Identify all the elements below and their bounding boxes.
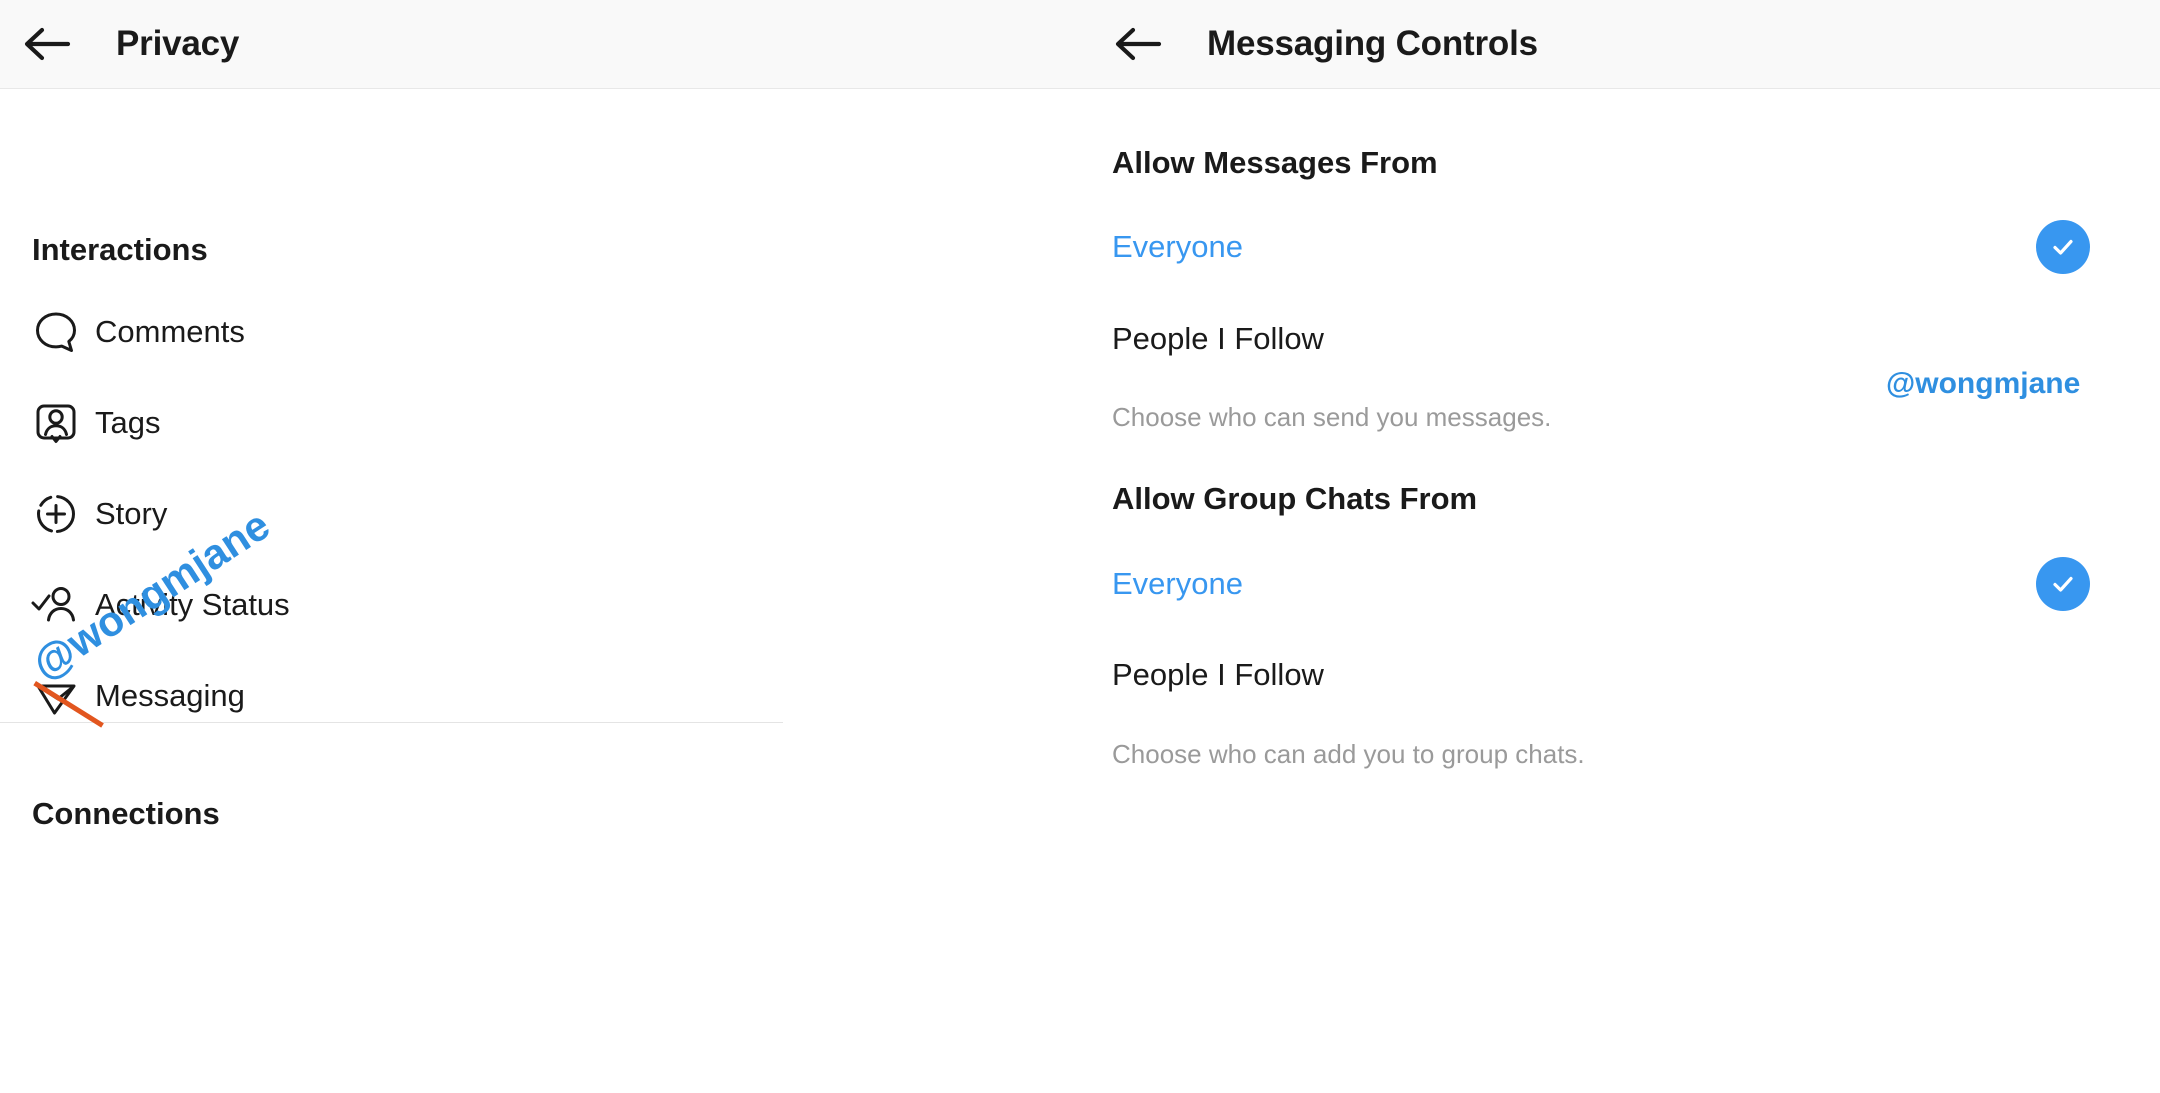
sidebar-item-label: Story [95,495,168,531]
interactions-list: Comments Tags Story Activity Status Mess… [0,286,1080,741]
sidebar-item-comments[interactable]: Comments [0,286,1080,377]
help-text-messages: Choose who can send you messages. [1112,402,1552,432]
option-row-people-i-follow-group-chats[interactable]: People I Follow [1112,657,2122,693]
privacy-panel: Privacy Interactions Comments Tags Story… [0,0,1080,1093]
sidebar-item-label: Tags [95,404,161,440]
check-icon[interactable] [2036,220,2090,274]
sidebar-item-tags[interactable]: Tags [0,377,1080,468]
paper-plane-icon [28,668,84,724]
sidebar-item-story[interactable]: Story [0,468,1080,559]
watermark-handle: @wongmjane [1886,367,2081,400]
help-text-group-chats: Choose who can add you to group chats. [1112,739,1585,769]
option-label: Everyone [1112,229,1243,264]
section-heading-connections: Connections [32,796,220,831]
back-arrow-icon[interactable] [1105,11,1171,77]
person-check-icon [28,577,84,633]
sidebar-item-label: Activity Status [95,586,290,622]
group-heading-allow-group-chats: Allow Group Chats From [1112,481,1478,516]
group-heading-allow-messages: Allow Messages From [1112,145,1438,180]
messaging-controls-screen: Privacy Interactions Comments Tags Story… [0,0,2160,1093]
privacy-header: Privacy [0,0,1080,89]
section-divider [0,722,783,723]
sidebar-item-label: Messaging [95,677,245,713]
section-heading-interactions: Interactions [32,232,208,267]
option-label: Everyone [1112,566,1243,601]
sidebar-item-label: Comments [95,313,245,349]
story-plus-circle-icon [28,486,84,542]
option-row-people-i-follow-messages[interactable]: People I Follow [1112,321,2122,357]
option-label: People I Follow [1112,657,1324,692]
messaging-controls-panel: Messaging Controls Allow Messages From E… [1080,0,2160,1093]
page-title: Messaging Controls [1207,24,1538,63]
option-row-everyone-messages[interactable]: Everyone [1112,220,2122,274]
option-label: People I Follow [1112,321,1324,356]
sidebar-item-messaging[interactable]: Messaging [0,650,1080,741]
check-icon[interactable] [2036,557,2090,611]
page-title: Privacy [116,24,240,63]
back-arrow-icon[interactable] [14,11,80,77]
sidebar-item-activity-status[interactable]: Activity Status [0,559,1080,650]
messaging-controls-header: Messaging Controls [1080,0,2160,89]
option-row-everyone-group-chats[interactable]: Everyone [1112,557,2122,611]
comment-bubble-icon [28,304,84,360]
tag-person-icon [28,395,84,451]
